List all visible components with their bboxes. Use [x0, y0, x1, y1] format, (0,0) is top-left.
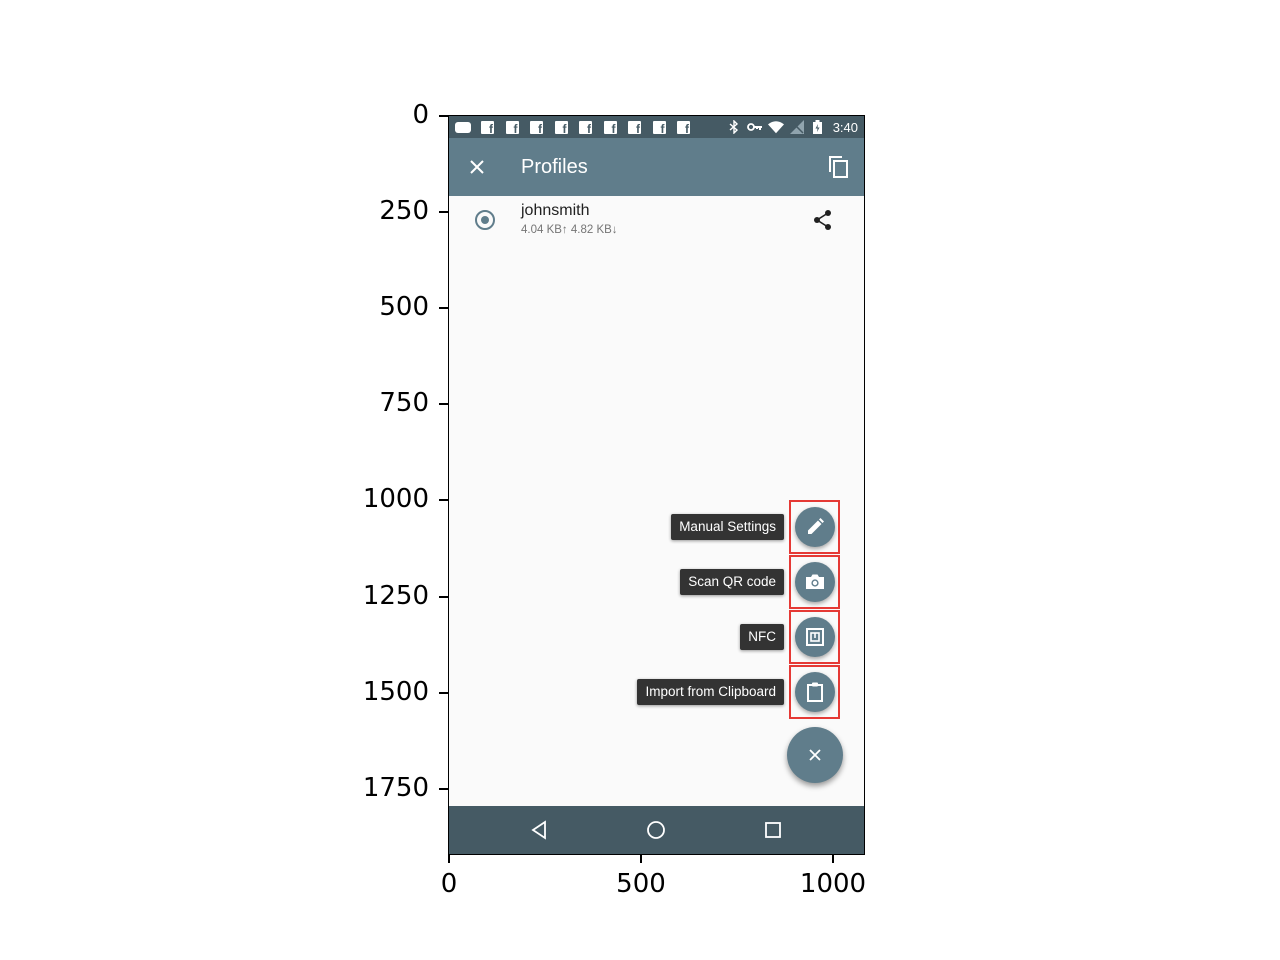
no-signal-icon — [789, 120, 805, 134]
x-tick — [640, 854, 642, 863]
fab-close-button[interactable] — [787, 727, 843, 783]
fab-label[interactable]: Import from Clipboard — [637, 679, 784, 705]
message-icon — [455, 120, 471, 134]
y-tick-label: 1250 — [362, 581, 429, 611]
copy-button[interactable] — [814, 138, 864, 196]
highlight-box — [789, 610, 840, 664]
fab-label[interactable]: Scan QR code — [680, 569, 784, 595]
y-tick — [439, 115, 448, 117]
copy-icon — [829, 156, 848, 178]
y-tick — [439, 499, 448, 501]
fab-label[interactable]: NFC — [740, 624, 784, 650]
y-tick — [439, 596, 448, 598]
profile-name: johnsmith — [521, 202, 590, 219]
back-icon — [531, 820, 546, 840]
y-tick-label: 0 — [412, 100, 429, 130]
battery-icon — [810, 120, 826, 134]
x-tick-label: 500 — [616, 869, 666, 899]
y-tick — [439, 211, 448, 213]
y-tick — [439, 307, 448, 309]
highlight-box — [789, 665, 840, 719]
x-tick — [832, 854, 834, 863]
highlight-box — [789, 500, 840, 554]
phone-screen: 3:40 Profiles johnsmith 4.04 KB↑ 4.82 KB… — [448, 115, 865, 855]
wifi-icon — [767, 120, 784, 134]
y-tick — [439, 692, 448, 694]
fab-label[interactable]: Manual Settings — [671, 514, 784, 540]
y-tick-label: 1000 — [362, 484, 429, 514]
facebook-icon — [602, 120, 618, 135]
recents-button[interactable] — [761, 818, 785, 842]
close-icon — [809, 749, 821, 761]
facebook-icon — [627, 120, 643, 135]
profile-item[interactable]: johnsmith 4.04 KB↑ 4.82 KB↓ — [449, 196, 864, 244]
facebook-icon — [578, 120, 594, 135]
vpn-key-icon — [746, 120, 763, 134]
facebook-icon — [480, 120, 496, 135]
recents-icon — [765, 822, 781, 838]
close-icon — [470, 160, 484, 174]
y-tick-label: 1750 — [362, 773, 429, 803]
y-tick-label: 1500 — [362, 677, 429, 707]
fab-item-nfc: NFC — [449, 610, 864, 665]
y-tick-label: 750 — [379, 388, 429, 418]
facebook-icon — [676, 120, 692, 135]
y-tick — [439, 403, 448, 405]
close-button[interactable] — [449, 138, 505, 196]
page-title: Profiles — [521, 155, 588, 178]
facebook-icon — [553, 120, 569, 135]
status-bar: 3:40 — [449, 116, 864, 138]
facebook-icon — [529, 120, 545, 135]
share-button[interactable] — [809, 206, 837, 234]
facebook-icon — [651, 120, 667, 135]
fab-item-manual-settings: Manual Settings — [449, 500, 864, 555]
back-button[interactable] — [528, 818, 552, 842]
y-tick-label: 500 — [379, 292, 429, 322]
y-tick — [439, 788, 448, 790]
profile-traffic: 4.04 KB↑ 4.82 KB↓ — [521, 224, 618, 236]
bluetooth-icon — [726, 120, 742, 134]
x-tick — [448, 854, 450, 863]
x-tick-label: 1000 — [799, 869, 867, 899]
facebook-icon — [504, 120, 520, 135]
x-tick-label: 0 — [440, 869, 458, 899]
highlight-box — [789, 555, 840, 609]
fab-item-scan-qr: Scan QR code — [449, 555, 864, 610]
selected-radio[interactable] — [475, 210, 495, 230]
home-icon — [647, 821, 665, 839]
y-tick-label: 250 — [379, 196, 429, 226]
share-icon — [814, 210, 831, 230]
app-bar: Profiles — [449, 138, 864, 196]
navigation-bar — [449, 806, 864, 854]
status-time: 3:40 — [832, 119, 858, 135]
home-button[interactable] — [644, 818, 668, 842]
fab-item-import-clipboard: Import from Clipboard — [449, 665, 864, 720]
